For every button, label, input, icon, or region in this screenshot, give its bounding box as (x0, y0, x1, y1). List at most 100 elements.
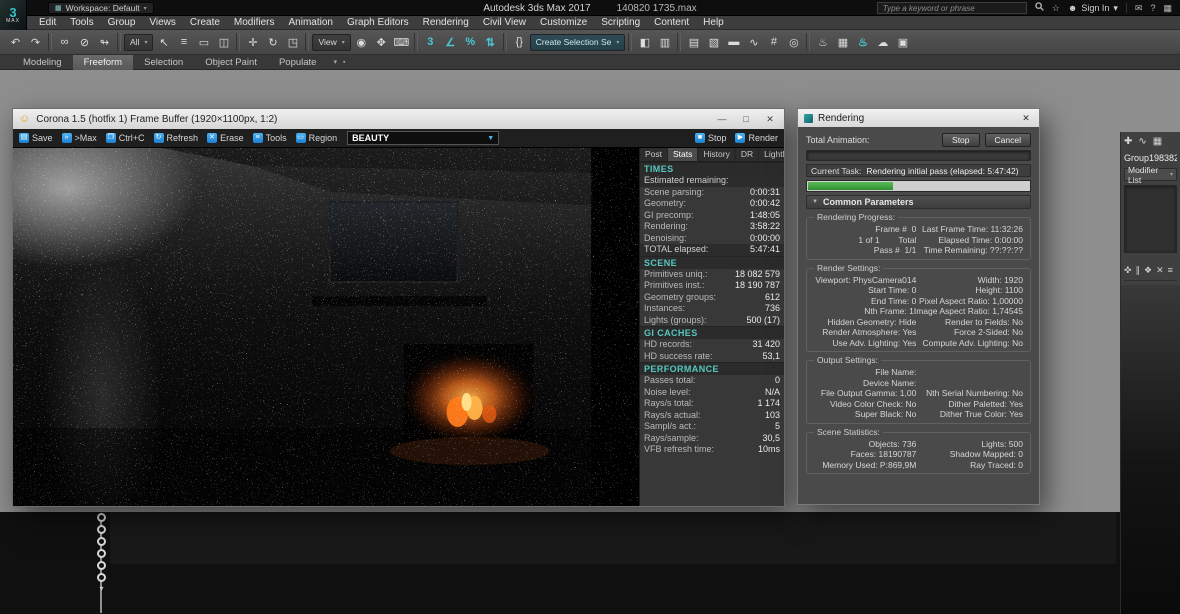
modify-tab-icon[interactable]: ∿ (1138, 136, 1146, 148)
tools-button[interactable]: ≡ Tools (253, 133, 287, 143)
select-and-link-icon[interactable]: ∞ (55, 33, 74, 52)
vfb-stats-tab[interactable]: DR (736, 148, 759, 161)
selection-filter-dropdown[interactable]: All (124, 34, 153, 51)
help-icon[interactable]: ? (1150, 0, 1155, 16)
align-icon[interactable]: ▥ (655, 33, 674, 52)
stop-button[interactable]: Stop (942, 133, 980, 147)
app-logo[interactable]: 3 MAX (0, 0, 27, 30)
reference-coordinate-dropdown[interactable]: View (312, 34, 350, 51)
show-end-result-icon[interactable]: ∥ (1136, 265, 1141, 276)
menu-item[interactable]: Customize (533, 16, 594, 30)
menu-item[interactable]: Create (183, 16, 227, 30)
close-button[interactable]: ✕ (758, 109, 782, 129)
cancel-button[interactable]: Cancel (985, 133, 1031, 147)
pin-stack-icon[interactable]: ✜ (1124, 265, 1132, 276)
menu-item[interactable]: Rendering (416, 16, 476, 30)
bind-to-space-warp-icon[interactable]: ↬ (95, 33, 114, 52)
render-setup-icon[interactable]: ♨ (813, 33, 832, 52)
render-image[interactable] (13, 148, 639, 506)
ribbon-tab[interactable]: Populate (268, 55, 328, 70)
menu-item[interactable]: Tools (63, 16, 100, 30)
mirror-icon[interactable]: ◧ (635, 33, 654, 52)
menu-item[interactable]: Graph Editors (340, 16, 416, 30)
curve-editor-icon[interactable]: ∿ (744, 33, 763, 52)
material-editor-icon[interactable]: ◎ (784, 33, 803, 52)
ribbon-pin-icon[interactable]: ▪ (343, 59, 345, 66)
render-production-icon[interactable]: ♨ (853, 33, 872, 52)
erase-button[interactable]: ✕ Erase (207, 133, 244, 143)
display-tab-icon[interactable]: ▦ (1153, 136, 1162, 148)
select-object-icon[interactable]: ↖ (154, 33, 173, 52)
sign-in-button[interactable]: ☻ Sign In ▾ (1068, 3, 1118, 14)
help-search-input[interactable] (877, 2, 1027, 14)
named-selection-dropdown[interactable]: Create Selection Se (530, 34, 626, 51)
edit-named-selection-sets-icon[interactable]: {} (510, 33, 529, 52)
configure-modifier-sets-icon[interactable]: ≡ (1168, 265, 1173, 276)
region-button[interactable]: ▭ Region (296, 133, 338, 143)
window-crossing-icon[interactable]: ◫ (214, 33, 233, 52)
select-and-manipulate-icon[interactable]: ✥ (372, 33, 391, 52)
spinner-snap-icon[interactable]: ⇅ (481, 33, 500, 52)
menu-item[interactable]: Content (647, 16, 696, 30)
ribbon-chevron-icon[interactable]: ▾ (333, 58, 337, 66)
percent-snap-icon[interactable]: % (461, 33, 480, 52)
ribbon-tab[interactable]: Freeform (73, 55, 134, 70)
refresh-button[interactable]: ↻ Refresh (154, 133, 199, 143)
select-and-rotate-icon[interactable]: ↻ (263, 33, 282, 52)
ribbon-tab[interactable]: Object Paint (194, 55, 268, 70)
communication-center-icon[interactable]: ✉ (1135, 0, 1143, 16)
channel-selector-dropdown[interactable]: BEAUTY ▼ (347, 131, 499, 145)
unlink-selection-icon[interactable]: ⊘ (75, 33, 94, 52)
menu-item[interactable]: Edit (32, 16, 63, 30)
common-parameters-rollout[interactable]: ▼ Common Parameters (806, 195, 1031, 209)
make-unique-icon[interactable]: ❖ (1144, 265, 1152, 276)
select-and-move-icon[interactable]: ✛ (243, 33, 262, 52)
copy-button[interactable]: ❐ Ctrl+C (106, 133, 145, 143)
menu-item[interactable]: Civil View (476, 16, 533, 30)
menu-item[interactable]: Group (101, 16, 143, 30)
selection-region-icon[interactable]: ▭ (194, 33, 213, 52)
vfb-title-bar[interactable]: ☺ Corona 1.5 (hotfix 1) Frame Buffer (19… (13, 109, 784, 129)
save-button[interactable]: ▤ Save (19, 133, 53, 143)
keyboard-override-icon[interactable]: ⌨ (392, 33, 411, 52)
angle-snap-icon[interactable]: ∠ (441, 33, 460, 52)
snap-toggle-3d-icon[interactable]: 3 (421, 33, 440, 52)
chevron-down-icon[interactable]: ▾ (99, 585, 103, 592)
favorites-icon[interactable]: ☆ (1052, 0, 1060, 16)
create-tab-icon[interactable]: ✚ (1124, 136, 1132, 148)
modifier-list-dropdown[interactable]: Modifier List ▾ (1124, 168, 1177, 181)
menu-item[interactable]: Animation (281, 16, 339, 30)
vfb-stats-tab[interactable]: History (698, 148, 735, 161)
vfb-stats-tab[interactable]: Post (640, 148, 668, 161)
select-by-name-icon[interactable]: ≡ (174, 33, 193, 52)
undo-icon[interactable]: ↶ (6, 33, 25, 52)
modifier-stack-list[interactable] (1124, 185, 1177, 253)
menu-item[interactable]: Views (142, 16, 183, 30)
apps-grid-icon[interactable]: ▦ (1163, 0, 1172, 16)
stop-button[interactable]: ■ Stop (695, 133, 727, 143)
render-in-cloud-icon[interactable]: ☁ (873, 33, 892, 52)
use-pivot-point-icon[interactable]: ◉ (352, 33, 371, 52)
viewport-background-dark[interactable] (0, 512, 1180, 614)
scene-explorer-icon[interactable]: ▤ (684, 33, 703, 52)
vfb-stats-tab[interactable]: LightMix (759, 148, 784, 161)
menu-item[interactable]: Modifiers (227, 16, 282, 30)
vfb-stats-tab[interactable]: Stats (668, 148, 698, 161)
select-and-scale-icon[interactable]: ◳ (283, 33, 302, 52)
track-handle-strip[interactable]: ▾ (95, 513, 108, 613)
ribbon-tab[interactable]: Modeling (12, 55, 73, 70)
schematic-view-icon[interactable]: # (764, 33, 783, 52)
menu-item[interactable]: Scripting (594, 16, 647, 30)
layer-explorer-icon[interactable]: ▧ (704, 33, 723, 52)
ribbon-toggle-icon[interactable]: ▬ (724, 33, 743, 52)
dialog-title-bar[interactable]: Rendering ✕ (798, 109, 1039, 127)
rendered-frame-window-icon[interactable]: ▦ (833, 33, 852, 52)
minimize-button[interactable]: — (710, 109, 734, 129)
remove-modifier-icon[interactable]: ✕ (1156, 265, 1164, 276)
maximize-button[interactable]: □ (734, 109, 758, 129)
close-icon[interactable]: ✕ (1017, 113, 1035, 124)
render-button[interactable]: ▶ Render (735, 133, 778, 143)
ribbon-tab[interactable]: Selection (133, 55, 194, 70)
workspace-selector[interactable]: ▦ Workspace: Default ▾ (48, 2, 154, 14)
menu-item[interactable]: Help (696, 16, 731, 30)
